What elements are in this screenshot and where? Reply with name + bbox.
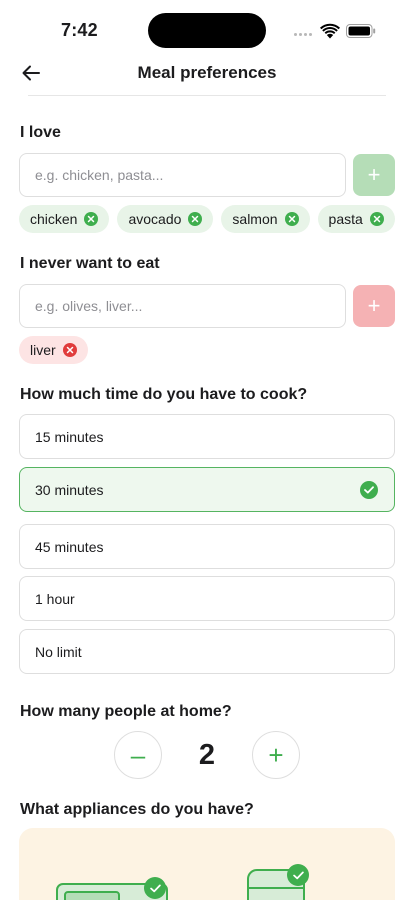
plus-icon: +: [367, 162, 381, 187]
decrement-button[interactable]: –: [114, 731, 162, 779]
back-button[interactable]: [18, 60, 44, 86]
option-label: No limit: [35, 643, 82, 660]
love-chip: avocado: [117, 205, 214, 233]
option-label: 1 hour: [35, 590, 75, 607]
never-chips: liver: [19, 336, 88, 364]
remove-chip-icon[interactable]: [188, 212, 203, 226]
microwave-icon: [56, 883, 168, 900]
minus-icon: –: [130, 740, 146, 770]
option-label: 15 minutes: [35, 428, 104, 445]
check-circle-icon: [360, 481, 378, 499]
appliance-card-oven[interactable]: [47, 870, 197, 900]
wifi-icon: [320, 23, 340, 39]
battery-icon: [346, 24, 376, 38]
remove-chip-icon[interactable]: [369, 212, 384, 226]
people-title: How many people at home?: [20, 703, 232, 720]
never-section-title: I never want to eat: [20, 255, 160, 272]
increment-button[interactable]: +: [252, 731, 300, 779]
header-divider: [28, 95, 386, 96]
love-input[interactable]: [19, 153, 346, 197]
cook-time-title: How much time do you have to cook?: [20, 386, 308, 403]
nav-bar: Meal preferences: [0, 50, 414, 96]
plus-icon: +: [367, 293, 381, 318]
remove-chip-icon[interactable]: [62, 343, 77, 357]
people-count: 2: [198, 739, 216, 771]
cook-time-option[interactable]: No limit: [19, 629, 395, 674]
add-never-button[interactable]: +: [353, 285, 395, 327]
arrow-left-icon: [22, 65, 40, 81]
plus-icon: +: [268, 740, 284, 770]
cook-time-option-selected[interactable]: 30 minutes: [19, 467, 395, 512]
chip-label: chicken: [30, 211, 78, 227]
love-section-title: I love: [20, 124, 61, 141]
appliance-card-fridge[interactable]: [239, 862, 329, 900]
chip-label: salmon: [232, 211, 278, 227]
love-chips: chicken avocado salmon pasta: [19, 205, 395, 233]
love-chip: chicken: [19, 205, 110, 233]
appliances-panel: [19, 828, 395, 900]
chip-label: avocado: [128, 211, 182, 227]
remove-chip-icon[interactable]: [84, 212, 99, 226]
status-time: 7:42: [61, 20, 98, 40]
fridge-icon: [247, 869, 305, 900]
check-circle-icon: [144, 877, 166, 899]
option-label: 30 minutes: [35, 481, 104, 498]
chip-label: liver: [30, 342, 56, 358]
never-input[interactable]: [19, 284, 346, 328]
check-circle-icon: [287, 864, 309, 886]
chip-label: pasta: [328, 211, 363, 227]
dynamic-island: [148, 13, 266, 48]
cook-time-option[interactable]: 15 minutes: [19, 414, 395, 459]
add-love-button[interactable]: +: [353, 154, 395, 196]
option-label: 45 minutes: [35, 538, 104, 555]
love-chip: salmon: [221, 205, 310, 233]
cellular-signal-icon: [294, 33, 316, 37]
remove-chip-icon[interactable]: [284, 212, 299, 226]
love-chip: pasta: [317, 205, 395, 233]
cook-time-option[interactable]: 45 minutes: [19, 524, 395, 569]
never-chip: liver: [19, 336, 88, 364]
appliances-title: What appliances do you have?: [20, 801, 254, 818]
people-stepper: – 2 +: [0, 731, 414, 779]
page-title: Meal preferences: [137, 63, 277, 82]
cook-time-option[interactable]: 1 hour: [19, 576, 395, 621]
